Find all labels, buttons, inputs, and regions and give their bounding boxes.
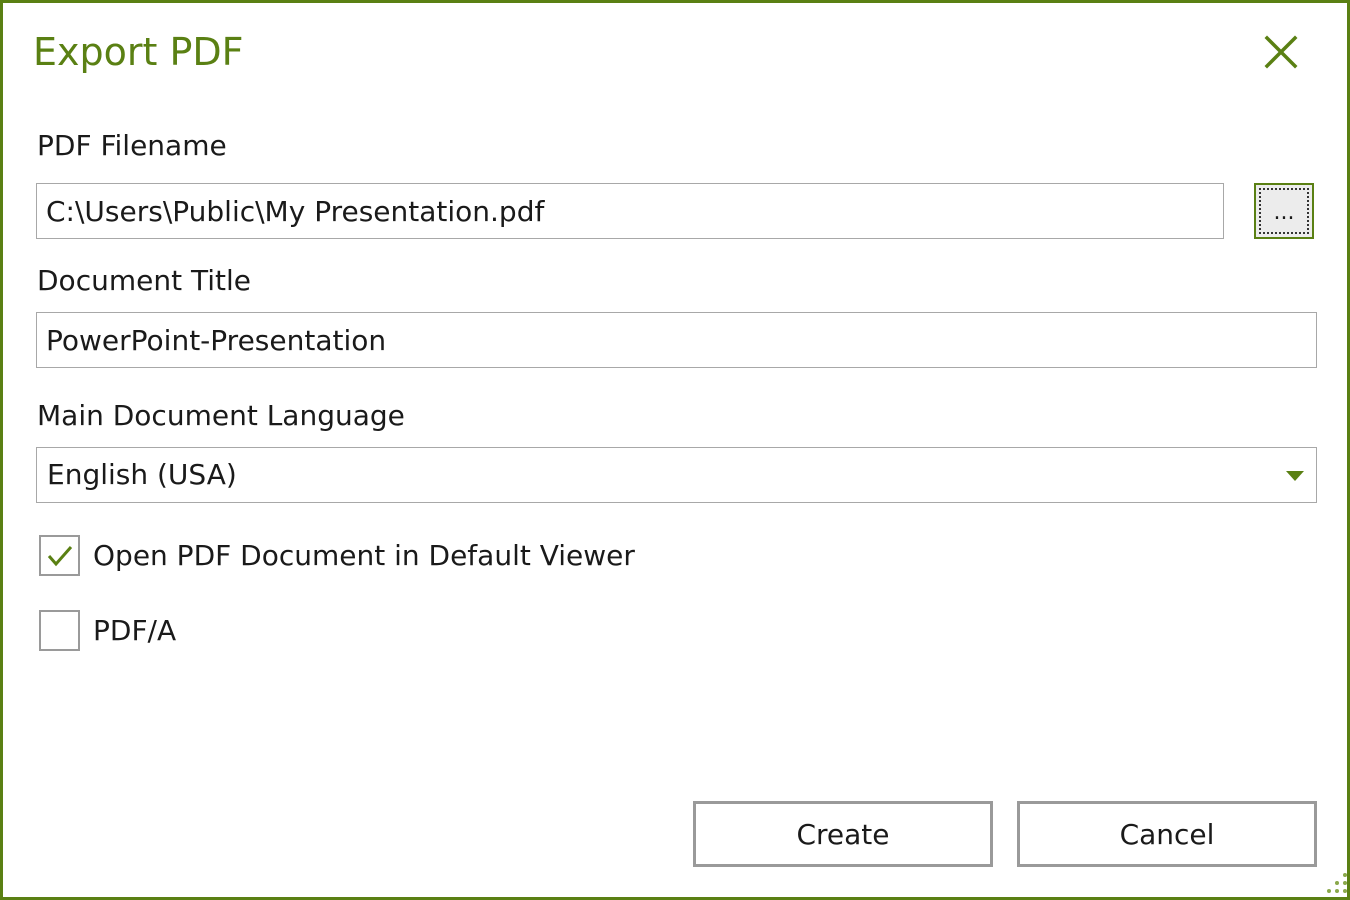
- open-viewer-label[interactable]: Open PDF Document in Default Viewer: [93, 536, 635, 576]
- dropdown-arrow-icon: [1286, 471, 1304, 481]
- browse-button[interactable]: ...: [1254, 183, 1314, 239]
- open-viewer-checkbox[interactable]: [39, 535, 80, 576]
- pdfa-label[interactable]: PDF/A: [93, 611, 176, 651]
- resize-grip-icon[interactable]: [1319, 869, 1349, 899]
- close-icon: [1264, 35, 1298, 69]
- document-title-input[interactable]: [36, 312, 1317, 368]
- dialog-title: Export PDF: [33, 30, 244, 74]
- language-label: Main Document Language: [37, 399, 405, 432]
- create-button[interactable]: Create: [693, 801, 993, 867]
- document-title-label: Document Title: [37, 264, 251, 297]
- browse-button-label: ...: [1259, 188, 1309, 234]
- close-button[interactable]: [1259, 30, 1303, 74]
- pdfa-checkbox[interactable]: [39, 610, 80, 651]
- export-pdf-dialog: Export PDF PDF Filename ... Document Tit…: [0, 0, 1350, 900]
- checkmark-icon: [47, 546, 73, 567]
- pdf-filename-input[interactable]: [36, 183, 1224, 239]
- language-selected-value: English (USA): [47, 458, 237, 491]
- pdf-filename-label: PDF Filename: [37, 129, 227, 162]
- cancel-button[interactable]: Cancel: [1017, 801, 1317, 867]
- language-select[interactable]: English (USA): [36, 447, 1317, 503]
